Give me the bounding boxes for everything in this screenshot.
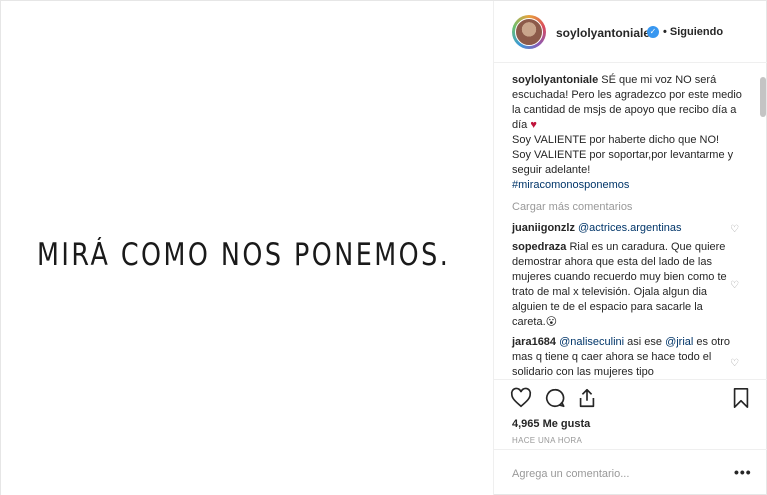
post-image[interactable]: MIRÁ COMO NOS PONEMOS.: [1, 1, 494, 495]
likes-count[interactable]: 4,965 Me gusta: [512, 418, 590, 430]
follow-status-button[interactable]: • Siguiendo: [663, 26, 723, 38]
comment-username[interactable]: jara1684: [512, 336, 556, 348]
avatar-photo: [515, 18, 543, 46]
post-header: soylolyantoniale ✓ • Siguiendo: [494, 1, 767, 63]
caption-text-2: Soy VALIENTE por haberte dicho que NO!: [512, 134, 720, 146]
post-image-text: MIRÁ COMO NOS PONEMOS.: [37, 237, 451, 273]
verified-badge-icon: ✓: [647, 26, 659, 38]
comment-like-heart-icon[interactable]: ♡: [730, 281, 740, 291]
instagram-post: MIRÁ COMO NOS PONEMOS. soylolyantoniale …: [0, 0, 767, 495]
comment-text: Rial es un caradura. Que quiere demostra…: [512, 241, 727, 328]
caption-hashtag[interactable]: #miracomonosponemos: [512, 179, 629, 191]
comment-username[interactable]: sopedraza: [512, 241, 566, 253]
comment-item: sopedraza Rial es un caradura. Que quier…: [512, 240, 734, 330]
comment-mention-2[interactable]: @jrial: [665, 336, 693, 348]
comment-like-heart-icon[interactable]: ♡: [730, 225, 740, 235]
comment-item: juaniigonzlz @actrices.argentinas: [512, 221, 734, 236]
more-options-icon[interactable]: •••: [734, 464, 752, 480]
heart-emoji-icon: ♥: [530, 119, 537, 131]
add-comment-bar: •••: [494, 449, 767, 495]
post-caption: soylolyantoniale SÉ que mi voz NO será e…: [512, 73, 752, 193]
avatar[interactable]: [512, 15, 546, 49]
scrollbar-thumb[interactable]: [760, 77, 766, 117]
load-more-comments-link[interactable]: Cargar más comentarios: [512, 201, 632, 213]
comment-input[interactable]: [512, 465, 712, 483]
post-sidebar: soylolyantoniale ✓ • Siguiendo soylolyan…: [494, 1, 767, 495]
caption-username[interactable]: soylolyantoniale: [512, 74, 598, 86]
bookmark-icon[interactable]: [730, 387, 752, 409]
comment-text-a: asi ese: [624, 336, 666, 348]
comment-bubble-icon[interactable]: [544, 387, 566, 409]
share-icon[interactable]: [576, 387, 598, 409]
comment-item: jara1684 @naliseculini asi ese @jrial es…: [512, 335, 734, 379]
post-actions: 4,965 Me gusta HACE UNA HORA: [494, 379, 767, 449]
comment-like-heart-icon[interactable]: ♡: [730, 359, 740, 369]
comments-list[interactable]: soylolyantoniale SÉ que mi voz NO será e…: [494, 63, 767, 379]
heart-outline-icon[interactable]: [510, 387, 532, 409]
comment-mention[interactable]: @naliseculini: [559, 336, 624, 348]
post-timestamp[interactable]: HACE UNA HORA: [512, 436, 582, 445]
comment-username[interactable]: juaniigonzlz: [512, 222, 575, 234]
comment-mention[interactable]: @actrices.argentinas: [578, 222, 682, 234]
caption-text-3: Soy VALIENTE por soportar,por levantarme…: [512, 149, 734, 176]
header-username[interactable]: soylolyantoniale: [556, 26, 650, 40]
